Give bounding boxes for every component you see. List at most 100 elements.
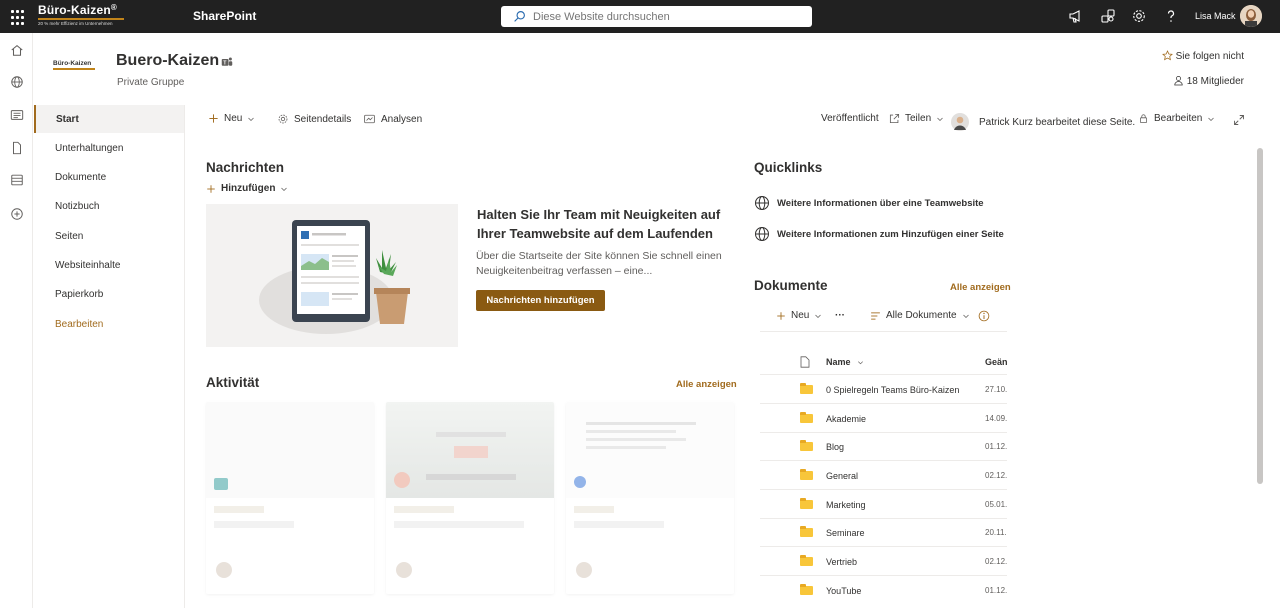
nav-item-site-contents[interactable]: Websiteinhalte [34, 251, 184, 279]
nav-item-notebook[interactable]: Notizbuch [34, 192, 184, 220]
quicklink-label: Weitere Informationen über eine Teamwebs… [777, 197, 984, 209]
user-name[interactable]: Lisa Mack [1195, 11, 1236, 21]
search-input[interactable] [533, 9, 793, 24]
document-name[interactable]: 0 Spielregeln Teams Büro-Kaizen [826, 385, 959, 395]
activity-card-thumbnail [206, 402, 374, 498]
info-icon[interactable] [978, 310, 990, 322]
document-row[interactable]: Marketing 05.01. [760, 491, 1007, 519]
document-row[interactable]: General 02.12. [760, 462, 1007, 490]
document-name[interactable]: YouTube [826, 586, 861, 596]
document-row[interactable]: Blog 01.12. [760, 433, 1007, 461]
app-launcher-icon[interactable] [8, 6, 28, 26]
page-details-button[interactable]: Seitendetails [277, 113, 351, 125]
news-section-title: Nachrichten [206, 160, 285, 175]
list-icon[interactable] [10, 173, 24, 187]
activity-see-all-link[interactable]: Alle anzeigen [676, 379, 737, 390]
document-modified: 01.12. [985, 586, 1008, 595]
create-plus-icon[interactable] [10, 207, 24, 221]
brand-logo[interactable]: Büro-Kaizen® 20 % mehr Effizienz im Unte… [38, 3, 128, 29]
analytics-icon [364, 114, 375, 124]
chevron-down-icon [1208, 117, 1215, 121]
documents-toolbar-divider [760, 331, 1007, 332]
suite-bar: Büro-Kaizen® 20 % mehr Effizienz im Unte… [0, 0, 1280, 33]
document-name[interactable]: Marketing [826, 500, 866, 510]
search-box[interactable] [501, 6, 812, 27]
activity-card[interactable] [206, 402, 374, 594]
document-modified: 05.01. [985, 500, 1008, 509]
document-name[interactable]: Blog [826, 442, 844, 452]
home-icon[interactable] [10, 43, 24, 57]
nav-edit-link[interactable]: Bearbeiten [34, 310, 184, 338]
activity-card-placeholder [214, 506, 264, 513]
folder-icon [800, 469, 813, 480]
globe-icon [755, 196, 769, 210]
view-selector-button[interactable]: Alle Dokumente [870, 310, 970, 321]
chevron-down-icon [815, 314, 822, 318]
published-status: Veröffentlicht [821, 113, 879, 124]
members-label: 18 Mitglieder [1186, 76, 1244, 87]
follow-label: Sie folgen nicht [1175, 51, 1244, 62]
document-row[interactable]: Akademie 14.09. [760, 405, 1007, 433]
new-menu-button[interactable]: Neu [208, 113, 255, 124]
quicklink-item[interactable]: Weitere Informationen zum Hinzufügen ein… [754, 226, 1004, 242]
name-column-header[interactable]: Name [826, 357, 851, 367]
document-row[interactable]: Seminare 20.11. [760, 519, 1007, 547]
nav-item-conversations[interactable]: Unterhaltungen [34, 134, 184, 162]
documents-new-button[interactable]: Neu [776, 310, 822, 321]
megaphone-icon[interactable] [1068, 8, 1084, 24]
activity-card-placeholder [574, 506, 614, 513]
document-row[interactable]: YouTube 01.12. [760, 577, 1007, 605]
star-icon [1161, 50, 1173, 61]
share-label: Teilen [905, 113, 932, 124]
scrollbar-thumb[interactable] [1257, 148, 1263, 484]
connections-icon[interactable] [1100, 8, 1116, 24]
document-name[interactable]: Akademie [826, 414, 866, 424]
document-name[interactable]: Vertrieb [826, 557, 857, 567]
app-name[interactable]: SharePoint [193, 9, 256, 23]
share-button[interactable]: Teilen [889, 113, 944, 124]
globe-icon[interactable] [10, 75, 24, 89]
document-row[interactable]: 0 Spielregeln Teams Büro-Kaizen 27.10. [760, 376, 1007, 404]
activity-card-placeholder [394, 521, 524, 528]
documents-section-title: Dokumente [754, 278, 828, 293]
plus-icon [209, 114, 218, 123]
news-icon[interactable] [10, 108, 24, 122]
activity-card[interactable] [566, 402, 734, 594]
modified-column-header[interactable]: Geän [985, 357, 1008, 367]
site-logo[interactable]: Büro-Kaizen [53, 60, 97, 74]
nav-item-documents[interactable]: Dokumente [34, 163, 184, 191]
activity-card-avatar [396, 562, 412, 578]
documents-see-all-link[interactable]: Alle anzeigen [950, 282, 1011, 293]
document-icon[interactable] [10, 141, 24, 155]
members-button[interactable]: 18 Mitglieder [1173, 75, 1244, 87]
nav-item-recycle-bin[interactable]: Papierkorb [34, 280, 184, 308]
site-privacy-label: Private Gruppe [117, 77, 185, 88]
document-modified: 27.10. [985, 385, 1008, 394]
analytics-button[interactable]: Analysen [363, 113, 422, 125]
nav-item-start[interactable]: Start [34, 105, 184, 133]
activity-card[interactable] [386, 402, 554, 594]
teams-icon[interactable]: T [221, 56, 233, 68]
quicklink-item[interactable]: Weitere Informationen über eine Teamwebs… [754, 195, 984, 211]
edit-button[interactable]: Bearbeiten [1138, 113, 1215, 124]
more-options-button[interactable]: ··· [835, 310, 845, 321]
brand-underline [38, 18, 124, 20]
help-icon[interactable] [1163, 8, 1179, 24]
folder-icon [800, 498, 813, 509]
nav-item-pages[interactable]: Seiten [34, 222, 184, 250]
activity-card-thumbnail [566, 402, 734, 498]
site-title[interactable]: Buero-Kaizen [116, 52, 219, 70]
settings-gear-icon[interactable] [1131, 8, 1147, 24]
expand-icon[interactable] [1233, 114, 1245, 126]
user-avatar[interactable] [1240, 5, 1262, 27]
analytics-label: Analysen [381, 113, 423, 125]
edit-label: Bearbeiten [1154, 113, 1203, 124]
document-name[interactable]: General [826, 471, 858, 481]
document-row[interactable]: Vertrieb 02.12. [760, 548, 1007, 576]
follow-button[interactable]: Sie folgen nicht [1161, 50, 1244, 62]
document-name[interactable]: Seminare [826, 528, 865, 538]
page-scrollbar[interactable] [1256, 134, 1264, 608]
add-news-button[interactable]: Nachrichten hinzufügen [476, 290, 605, 311]
news-add-button[interactable]: Hinzufügen [206, 183, 288, 194]
file-type-icon[interactable] [800, 356, 810, 368]
